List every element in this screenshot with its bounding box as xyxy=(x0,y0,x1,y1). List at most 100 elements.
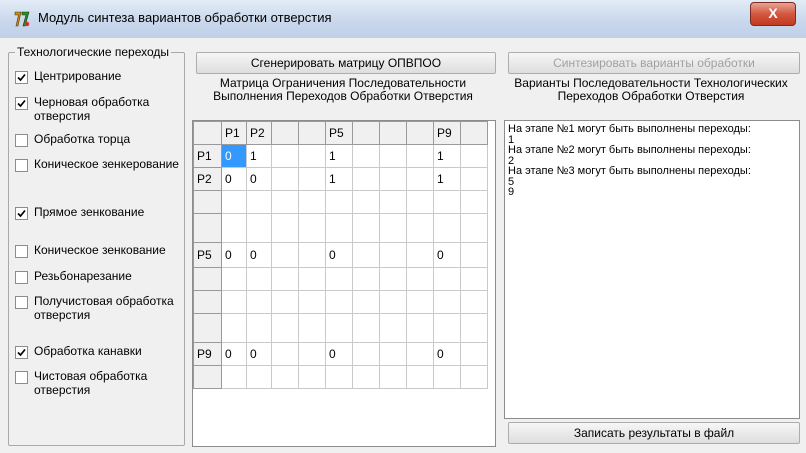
matrix-cell[interactable]: 0 xyxy=(433,342,461,366)
matrix-cell[interactable] xyxy=(271,213,299,243)
matrix-cell[interactable] xyxy=(460,144,488,168)
transition-checkbox-2[interactable]: Черновая обработка отверстия xyxy=(15,95,184,123)
checkbox-unchecked[interactable] xyxy=(15,371,28,384)
matrix-cell[interactable]: 0 xyxy=(325,342,353,366)
matrix-cell[interactable] xyxy=(246,267,272,291)
matrix-cell[interactable] xyxy=(221,267,247,291)
transition-checkbox-9[interactable]: Обработка канавки xyxy=(15,344,184,359)
transition-checkbox-1[interactable]: Центрирование xyxy=(15,69,184,84)
transition-checkbox-8[interactable]: Получистовая обработка отверстия xyxy=(15,294,184,322)
matrix-cell[interactable] xyxy=(433,365,461,389)
matrix-cell[interactable]: 1 xyxy=(325,144,353,168)
matrix-cell[interactable] xyxy=(221,365,247,389)
matrix-cell[interactable]: 0 xyxy=(221,242,247,268)
matrix-cell[interactable] xyxy=(298,290,326,314)
matrix-cell[interactable] xyxy=(406,242,434,268)
matrix-cell[interactable] xyxy=(406,313,434,343)
close-button[interactable]: X xyxy=(750,2,796,26)
matrix-cell[interactable] xyxy=(298,313,326,343)
matrix-cell[interactable] xyxy=(379,267,407,291)
matrix-cell[interactable] xyxy=(271,167,299,191)
matrix-cell[interactable] xyxy=(379,144,407,168)
transition-checkbox-7[interactable]: Резьбонарезание xyxy=(15,269,184,284)
matrix-cell[interactable] xyxy=(379,290,407,314)
matrix-cell[interactable] xyxy=(433,290,461,314)
matrix-cell[interactable] xyxy=(433,267,461,291)
matrix-cell[interactable] xyxy=(352,365,380,389)
matrix-cell[interactable]: 0 xyxy=(221,342,247,366)
transition-checkbox-3[interactable]: Обработка торца xyxy=(15,132,184,147)
matrix-cell[interactable] xyxy=(460,290,488,314)
matrix-cell[interactable] xyxy=(460,242,488,268)
matrix-cell[interactable] xyxy=(352,313,380,343)
matrix-cell[interactable] xyxy=(460,342,488,366)
checkbox-unchecked[interactable] xyxy=(15,245,28,258)
matrix-cell[interactable] xyxy=(460,167,488,191)
matrix-cell[interactable] xyxy=(406,167,434,191)
matrix-cell[interactable] xyxy=(298,213,326,243)
matrix-cell[interactable] xyxy=(271,242,299,268)
matrix-cell[interactable] xyxy=(460,267,488,291)
matrix-cell[interactable] xyxy=(406,267,434,291)
matrix-cell[interactable] xyxy=(460,313,488,343)
checkbox-unchecked[interactable] xyxy=(15,159,28,172)
matrix-cell[interactable] xyxy=(298,190,326,214)
title-bar[interactable]: Модуль синтеза вариантов обработки отвер… xyxy=(0,0,806,39)
matrix-cell[interactable] xyxy=(406,342,434,366)
checkbox-unchecked[interactable] xyxy=(15,296,28,309)
matrix-cell[interactable] xyxy=(325,267,353,291)
matrix-cell[interactable] xyxy=(271,290,299,314)
matrix-cell[interactable] xyxy=(379,242,407,268)
matrix-cell[interactable] xyxy=(221,313,247,343)
matrix-cell[interactable] xyxy=(379,167,407,191)
matrix-cell[interactable] xyxy=(221,290,247,314)
matrix-cell[interactable] xyxy=(221,213,247,243)
matrix-cell[interactable] xyxy=(271,267,299,291)
matrix-cell[interactable]: 1 xyxy=(433,144,461,168)
matrix-cell[interactable] xyxy=(460,365,488,389)
matrix-cell[interactable]: 0 xyxy=(246,242,272,268)
matrix-cell[interactable]: 0 xyxy=(246,342,272,366)
checkbox-checked[interactable] xyxy=(15,207,28,220)
matrix-cell[interactable] xyxy=(298,342,326,366)
matrix-cell[interactable] xyxy=(352,190,380,214)
matrix-cell[interactable] xyxy=(460,213,488,243)
matrix-cell[interactable] xyxy=(271,313,299,343)
matrix-cell[interactable] xyxy=(379,342,407,366)
matrix-cell[interactable]: 0 xyxy=(246,167,272,191)
matrix-cell[interactable] xyxy=(221,190,247,214)
matrix-cell[interactable] xyxy=(246,365,272,389)
matrix-cell[interactable] xyxy=(379,365,407,389)
matrix-cell[interactable] xyxy=(298,144,326,168)
matrix-cell[interactable] xyxy=(298,267,326,291)
checkbox-unchecked[interactable] xyxy=(15,134,28,147)
matrix-cell[interactable] xyxy=(379,190,407,214)
matrix-cell[interactable] xyxy=(271,144,299,168)
transition-checkbox-10[interactable]: Чистовая обработка отверстия xyxy=(15,369,184,397)
matrix-cell[interactable] xyxy=(325,365,353,389)
matrix-cell[interactable]: 1 xyxy=(325,167,353,191)
matrix-cell[interactable] xyxy=(325,313,353,343)
matrix-cell[interactable] xyxy=(325,190,353,214)
matrix-cell[interactable] xyxy=(406,190,434,214)
matrix-cell[interactable] xyxy=(379,213,407,243)
checkbox-checked[interactable] xyxy=(15,346,28,359)
matrix-cell[interactable] xyxy=(325,290,353,314)
matrix-cell[interactable] xyxy=(406,365,434,389)
matrix-cell[interactable] xyxy=(352,144,380,168)
restriction-matrix-grid[interactable]: P1 P2 P5 P9 P1 0 1 1 1 P2 0 0 1 1 P5 0 0 0 0 P9 0 0 0 0 xyxy=(192,120,496,447)
matrix-cell[interactable] xyxy=(433,213,461,243)
matrix-cell[interactable] xyxy=(298,167,326,191)
matrix-cell[interactable] xyxy=(271,190,299,214)
transition-checkbox-5[interactable]: Прямое зенкование xyxy=(15,205,184,220)
matrix-cell[interactable]: 1 xyxy=(433,167,461,191)
matrix-cell[interactable] xyxy=(352,167,380,191)
matrix-cell[interactable] xyxy=(352,342,380,366)
variants-results-box[interactable]: На этапе №1 могут быть выполнены переход… xyxy=(504,120,800,419)
matrix-cell[interactable] xyxy=(298,242,326,268)
matrix-cell[interactable] xyxy=(352,242,380,268)
synthesize-variants-button[interactable]: Синтезировать варианты обработки xyxy=(508,52,800,74)
matrix-cell[interactable]: 0 xyxy=(325,242,353,268)
generate-matrix-button[interactable]: Сгенерировать матрицу ОПВПОО xyxy=(196,52,496,74)
checkbox-checked[interactable] xyxy=(15,71,28,84)
